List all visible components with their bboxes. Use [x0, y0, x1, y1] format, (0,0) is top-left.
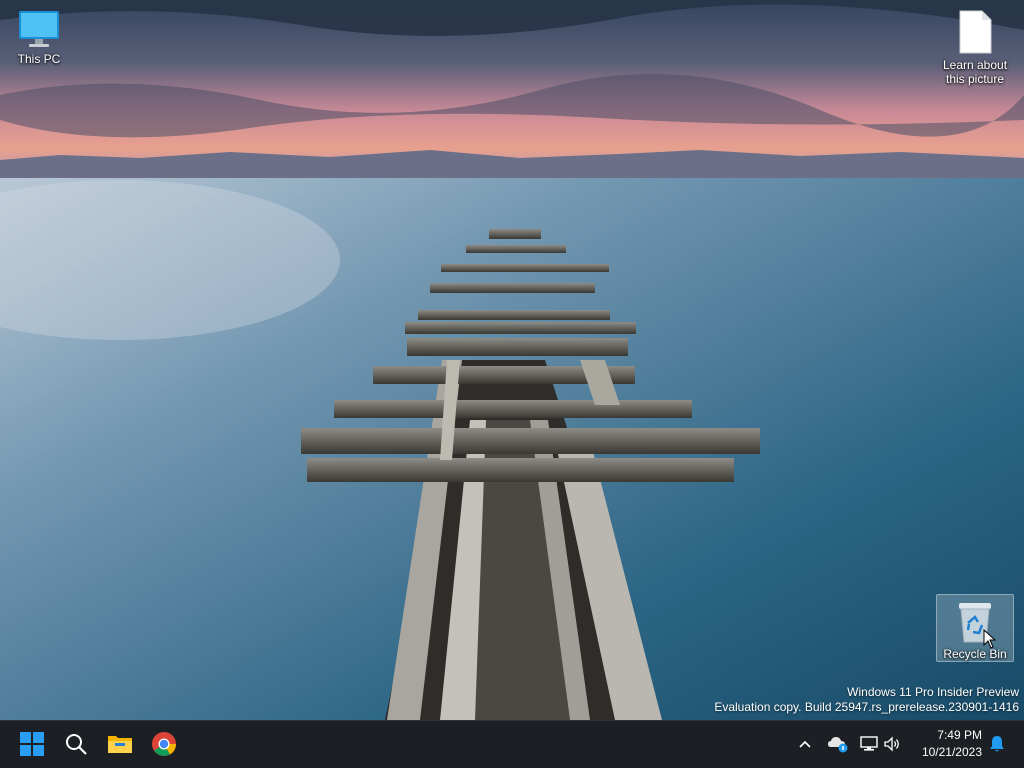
monitor-icon [19, 11, 59, 47]
search-icon [66, 734, 87, 755]
learn-about-picture-label: Learn about this picture [942, 58, 1008, 86]
onedrive-icon [828, 737, 848, 753]
notification-center-button[interactable] [986, 733, 1008, 755]
show-hidden-icons-button[interactable] [794, 733, 816, 755]
recycle-bin-shortcut[interactable]: Recycle Bin [936, 594, 1014, 662]
search-button[interactable] [56, 724, 96, 764]
network-icon [860, 736, 878, 751]
volume-tray-button[interactable] [881, 733, 903, 755]
watermark-line-1: Windows 11 Pro Insider Preview [847, 685, 1019, 699]
watermark-line-2: Evaluation copy. Build 25947.rs_prerelea… [714, 700, 1019, 714]
file-explorer-button[interactable] [100, 724, 140, 764]
chevron-up-icon [799, 740, 811, 748]
wallpaper [0, 0, 1024, 720]
volume-icon [884, 736, 899, 752]
mouse-cursor-icon [983, 629, 997, 649]
document-icon [959, 10, 992, 54]
desktop[interactable]: This PC Learn about this picture Recycle… [0, 0, 1024, 720]
this-pc-shortcut[interactable]: This PC [1, 4, 77, 66]
file-explorer-icon [108, 736, 132, 753]
chrome-icon [152, 732, 176, 756]
onedrive-tray-button[interactable] [827, 733, 849, 755]
clock-time: 7:49 PM [937, 728, 982, 742]
windows-start-icon [20, 732, 44, 756]
clock-date: 10/21/2023 [921, 745, 982, 759]
evaluation-watermark: Windows 11 Pro Insider Preview Evaluatio… [714, 685, 1019, 715]
this-pc-label: This PC [17, 52, 61, 66]
chrome-button[interactable] [144, 724, 184, 764]
notification-bell-icon [990, 736, 1004, 752]
clock[interactable]: 7:49 PM 10/21/2023 [908, 727, 982, 761]
recycle-bin-label: Recycle Bin [943, 647, 1007, 661]
learn-about-picture-shortcut[interactable]: Learn about this picture [937, 4, 1013, 86]
taskbar: 7:49 PM 10/21/2023 [0, 720, 1024, 768]
network-tray-button[interactable] [858, 733, 880, 755]
start-button[interactable] [12, 724, 52, 764]
